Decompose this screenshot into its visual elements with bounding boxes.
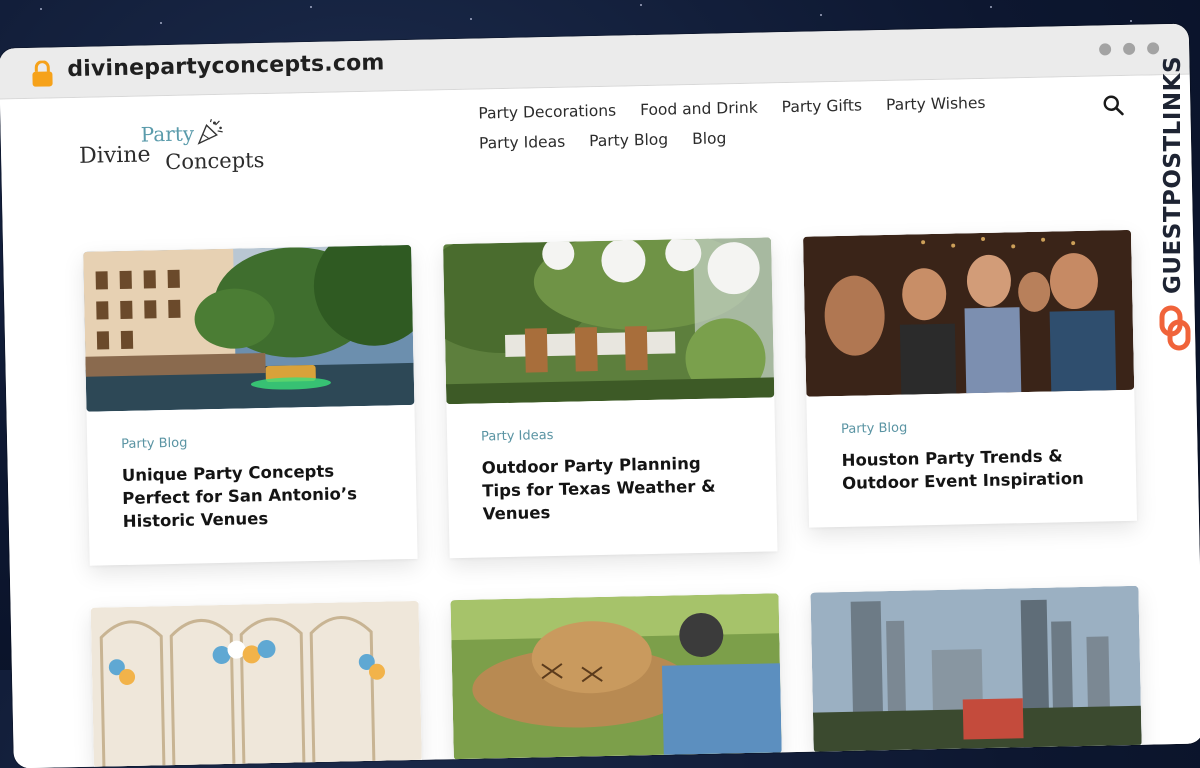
- post-grid: Party Blog Unique Party Concepts Perfect…: [83, 229, 1143, 768]
- post-category[interactable]: Party Blog: [841, 416, 1103, 437]
- party-guests-image: [802, 229, 1135, 397]
- browser-stage: divinepartyconcepts.com Party Divine Con…: [0, 0, 1200, 768]
- post-title[interactable]: Houston Party Trends & Outdoor Event Ins…: [841, 443, 1104, 494]
- garden-dinner-image: [443, 237, 775, 405]
- nav-item-party-ideas[interactable]: Party Ideas: [479, 130, 566, 156]
- post-category[interactable]: Party Ideas: [481, 424, 743, 445]
- post-card[interactable]: [810, 585, 1142, 753]
- watermark-text: GUESTPOSTLINKS: [1160, 55, 1186, 294]
- window-controls: [1099, 42, 1160, 56]
- post-card-body: Party Blog Houston Party Trends & Outdoo…: [806, 390, 1137, 528]
- nav-row: Party Decorations Food and Drink Party G…: [478, 90, 1038, 126]
- post-thumbnail[interactable]: [83, 244, 415, 412]
- post-card[interactable]: Party Ideas Outdoor Party Planning Tips …: [443, 237, 778, 559]
- nav-item-food-and-drink[interactable]: Food and Drink: [640, 96, 758, 122]
- logo-text-concepts: Concepts: [165, 147, 265, 175]
- logo-text-divine: Divine: [78, 142, 151, 169]
- post-card[interactable]: Party Blog Houston Party Trends & Outdoo…: [802, 229, 1138, 528]
- post-title[interactable]: Unique Party Concepts Perfect for San An…: [122, 459, 385, 533]
- post-thumbnail[interactable]: [810, 585, 1142, 753]
- post-thumbnail[interactable]: [90, 600, 422, 768]
- post-category[interactable]: Party Blog: [121, 432, 383, 452]
- browser-window: divinepartyconcepts.com Party Divine Con…: [0, 23, 1200, 768]
- balloon-arch-image: [90, 600, 422, 768]
- guestpostlinks-watermark: GUESTPOSTLINKS: [1156, 55, 1192, 358]
- website: Party Divine Concepts Party Decorations …: [0, 74, 1200, 768]
- nav-row: Party Ideas Party Blog Blog: [479, 120, 1039, 156]
- post-card-body: Party Ideas Outdoor Party Planning Tips …: [446, 397, 777, 558]
- post-card-body: Party Blog Unique Party Concepts Perfect…: [86, 405, 417, 566]
- post-thumbnail[interactable]: [443, 237, 775, 405]
- lock-icon: [32, 60, 53, 87]
- url-text[interactable]: divinepartyconcepts.com: [67, 50, 385, 82]
- riverwalk-image: [83, 244, 415, 412]
- nav-item-party-blog[interactable]: Party Blog: [589, 128, 668, 154]
- nav-item-party-decorations[interactable]: Party Decorations: [478, 99, 616, 126]
- party-popper-icon: [197, 118, 223, 145]
- post-thumbnail[interactable]: [450, 593, 782, 761]
- window-dot[interactable]: [1122, 42, 1136, 55]
- link-icon: [1159, 305, 1191, 351]
- nav-item-blog[interactable]: Blog: [692, 126, 727, 151]
- nav-item-party-gifts[interactable]: Party Gifts: [781, 93, 863, 119]
- window-dot[interactable]: [1146, 42, 1160, 55]
- post-card[interactable]: [90, 600, 422, 768]
- site-logo[interactable]: Party Divine Concepts: [78, 118, 265, 182]
- search-icon[interactable]: [1102, 94, 1124, 116]
- city-skyline-image: [810, 585, 1142, 753]
- cowboy-hat-image: [450, 593, 782, 761]
- post-card[interactable]: [450, 593, 782, 761]
- nav-item-party-wishes[interactable]: Party Wishes: [886, 91, 986, 117]
- post-card[interactable]: Party Blog Unique Party Concepts Perfect…: [83, 244, 418, 566]
- post-title[interactable]: Outdoor Party Planning Tips for Texas We…: [482, 451, 745, 525]
- main-navigation: Party Decorations Food and Drink Party G…: [478, 90, 1039, 162]
- window-dot[interactable]: [1099, 43, 1112, 56]
- post-thumbnail[interactable]: [802, 229, 1135, 397]
